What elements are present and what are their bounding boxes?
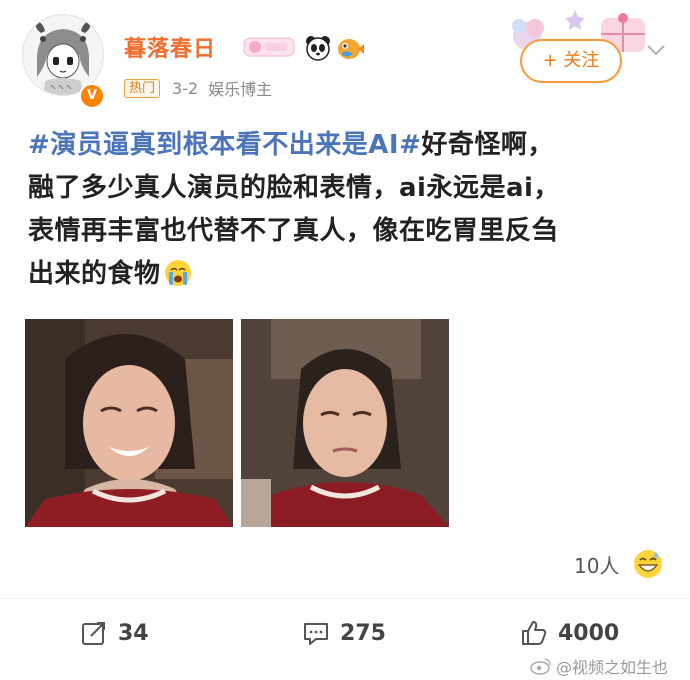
post-line-1-rest: 好奇怪啊，: [421, 130, 554, 160]
post-line-2: 融了多少真人演员的脸和表情，ai永远是ai，: [28, 173, 560, 203]
post-line-4: 出来的食物: [28, 253, 668, 296]
fan-medal-icon: [243, 37, 295, 57]
chevron-down-icon[interactable]: [646, 42, 666, 58]
comment-button[interactable]: 275: [302, 616, 386, 650]
repost-count: 34: [118, 620, 149, 646]
header-emoji-row: [304, 34, 364, 62]
user-role: 娱乐博主: [208, 80, 273, 99]
username[interactable]: 暮落春日: [124, 31, 216, 63]
like-button[interactable]: 4000: [520, 616, 619, 650]
grinning-sweat-emoji-icon: [634, 550, 662, 578]
post-image-2[interactable]: [241, 319, 449, 527]
repost-button[interactable]: 34: [80, 616, 149, 650]
post-line-1: #演员逼真到根本看不出来是AI#好奇怪啊，: [28, 124, 668, 167]
divider: [0, 598, 690, 599]
weibo-logo-icon: [530, 658, 551, 675]
liked-by-count[interactable]: 10人: [574, 550, 619, 579]
topic-link[interactable]: #演员逼真到根本看不出来是AI#: [28, 130, 421, 160]
watermark: @视频之如生也: [530, 654, 668, 678]
repost-icon: [82, 622, 105, 645]
post-date: 3-2: [172, 78, 199, 98]
post-line-3: 表情再丰富也代替不了真人，像在吃胃里反刍: [28, 216, 559, 246]
post-image-1[interactable]: [25, 319, 233, 527]
follow-button[interactable]: + 关注: [520, 39, 622, 83]
like-count: 4000: [558, 620, 620, 646]
panda-icon: [304, 34, 332, 62]
post-line-4-text: 出来的食物: [28, 259, 161, 289]
thumbs-up-icon: [522, 621, 547, 645]
pufferfish-icon: [336, 34, 364, 62]
verified-badge-icon: V: [79, 83, 105, 109]
watermark-text: @视频之如生也: [556, 658, 669, 677]
post-text: #演员逼真到根本看不出来是AI#好奇怪啊， 融了多少真人演员的脸和表情，ai永远…: [28, 124, 668, 296]
comment-icon: [304, 623, 328, 645]
crying-face-emoji-icon: [164, 260, 191, 286]
hot-tag: 热门: [124, 78, 161, 98]
comment-count: 275: [340, 620, 386, 646]
post-meta: 热门 3-2 娱乐博主: [124, 76, 272, 100]
